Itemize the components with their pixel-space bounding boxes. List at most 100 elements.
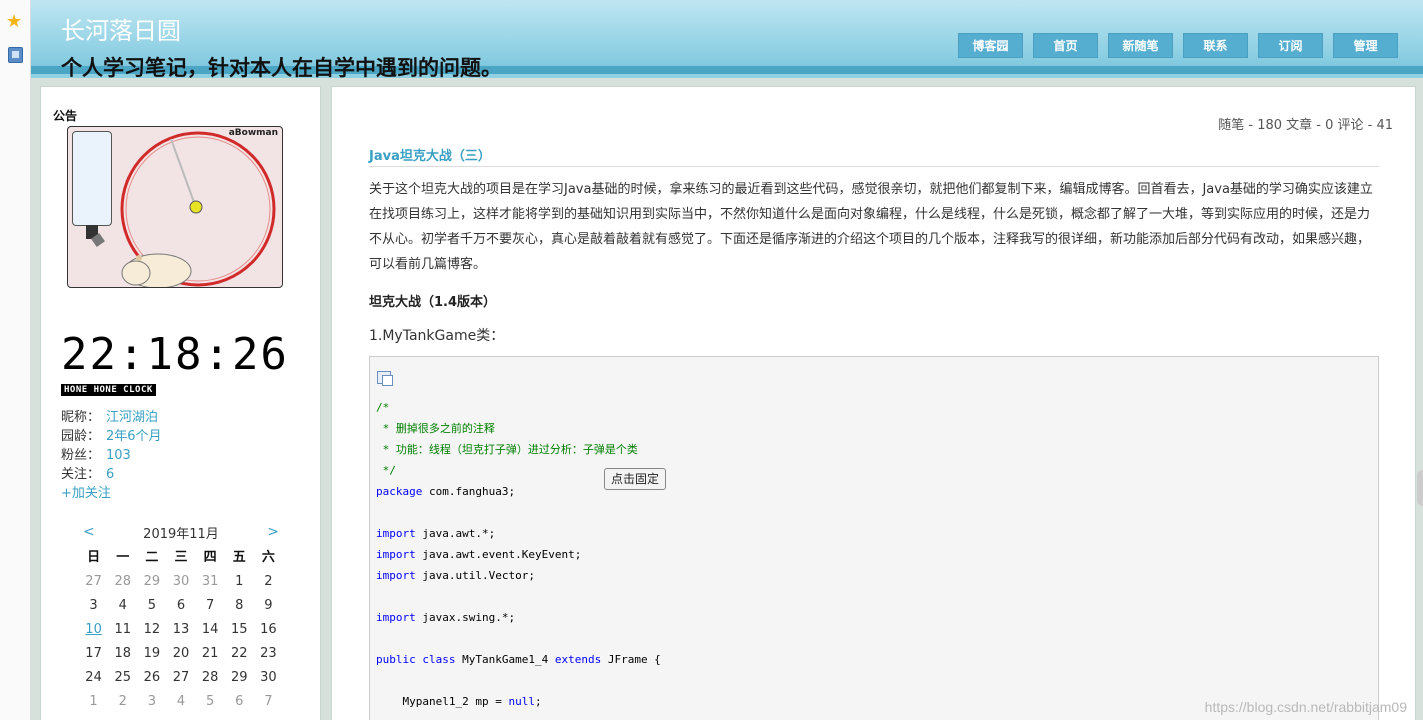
calendar-day[interactable]: 8 — [225, 594, 254, 618]
calendar-day[interactable]: 22 — [225, 642, 254, 666]
blog-header: 长河落日圆 个人学习笔记，针对本人在自学中遇到的问题。 博客园 首页 新随笔 联… — [31, 0, 1423, 80]
hamster-wheel-icon — [120, 131, 276, 287]
calendar-day[interactable]: 7 — [254, 690, 283, 714]
calendar-day[interactable]: 2 — [108, 690, 137, 714]
code-comment: */ — [376, 464, 396, 477]
nav-home[interactable]: 首页 — [1033, 33, 1098, 58]
calendar-day[interactable]: 10 — [79, 618, 108, 642]
nickname-link[interactable]: 江河湖泊 — [106, 408, 158, 427]
calendar-day[interactable]: 31 — [196, 570, 225, 594]
calendar-day[interactable]: 16 — [254, 618, 283, 642]
fans-link[interactable]: 103 — [106, 446, 131, 465]
class-label: 1.MyTankGame类： — [369, 328, 505, 344]
calendar-day[interactable]: 6 — [166, 594, 195, 618]
calendar-day[interactable]: 3 — [79, 594, 108, 618]
calendar-day[interactable]: 4 — [108, 594, 137, 618]
calendar-day[interactable]: 12 — [137, 618, 166, 642]
calendar-day[interactable]: 29 — [225, 666, 254, 690]
code-keyword: import — [376, 569, 416, 582]
pin-button[interactable]: 点击固定 — [604, 468, 666, 490]
calendar-day[interactable]: 4 — [166, 690, 195, 714]
calendar-day[interactable]: 28 — [108, 570, 137, 594]
code-text: Mypanel1_2 mp = — [376, 695, 509, 708]
calendar-day[interactable]: 30 — [166, 570, 195, 594]
calendar-day[interactable]: 19 — [137, 642, 166, 666]
hamster-wheel-widget[interactable]: aBowman — [67, 126, 283, 288]
copy-code-icon[interactable] — [377, 371, 393, 386]
code-text: java.awt.event.KeyEvent; — [415, 548, 582, 561]
calendar-day[interactable]: 3 — [137, 690, 166, 714]
calendar-day[interactable]: 5 — [137, 594, 166, 618]
code-keyword: public — [376, 653, 416, 666]
calendar-weekday: 日 — [87, 550, 101, 565]
post-title[interactable]: Java坦克大战（三） — [369, 145, 491, 164]
title-divider — [369, 166, 1379, 167]
calendar-next-button[interactable]: > — [263, 524, 283, 540]
calendar-month: 2019年11月 — [143, 526, 219, 542]
calendar-day[interactable]: 25 — [108, 666, 137, 690]
calendar-day[interactable]: 2 — [254, 570, 283, 594]
calendar-day[interactable]: 30 — [254, 666, 283, 690]
age-value[interactable]: 2年6个月 — [106, 427, 162, 446]
code-block[interactable]: /* * 删掉很多之前的注释 * 功能：线程（坦克打子弹）进过分析：子弹是个类 … — [369, 356, 1379, 720]
calendar-day[interactable]: 28 — [196, 666, 225, 690]
watermark: https://blog.csdn.net/rabbitjam09 — [1204, 699, 1407, 715]
calendar-day[interactable]: 26 — [137, 666, 166, 690]
calendar-day[interactable]: 17 — [79, 642, 108, 666]
calendar-weekday: 五 — [232, 550, 246, 565]
calendar-weekday: 三 — [174, 550, 188, 565]
sidebar: 公告 aBowman 22:18:26 HONE HONE CLOCK 昵称： … — [40, 86, 321, 720]
code-comment: * 删掉很多之前的注释 — [376, 422, 495, 435]
calendar-day[interactable]: 15 — [225, 618, 254, 642]
nav-cnblogs[interactable]: 博客园 — [958, 33, 1023, 58]
age-label: 园龄： — [61, 429, 101, 444]
nav-new-post[interactable]: 新随笔 — [1108, 33, 1173, 58]
code-comment: * 功能：线程（坦克打子弹）进过分析：子弹是个类 — [376, 443, 638, 456]
calendar-day[interactable]: 7 — [196, 594, 225, 618]
calendar-day[interactable]: 11 — [108, 618, 137, 642]
reading-list-icon[interactable] — [8, 47, 23, 63]
code-keyword: import — [376, 527, 416, 540]
nav-contact[interactable]: 联系 — [1183, 33, 1248, 58]
calendar-day[interactable]: 23 — [254, 642, 283, 666]
calendar-day[interactable]: 14 — [196, 618, 225, 642]
calendar-weekday: 六 — [261, 550, 275, 565]
calendar-day[interactable]: 1 — [79, 690, 108, 714]
code-text: ; — [534, 695, 542, 708]
version-heading: 坦克大战（1.4版本） — [369, 295, 497, 310]
calendar-prev-button[interactable]: < — [79, 524, 99, 540]
code-keyword: null — [508, 695, 535, 708]
calendar-day[interactable]: 5 — [196, 690, 225, 714]
nav-subscribe[interactable]: 订阅 — [1258, 33, 1323, 58]
code-keyword: import — [376, 548, 416, 561]
post-body: 关于这个坦克大战的项目是在学习Java基础的时候，拿来练习的最近看到这些代码，感… — [369, 182, 1373, 272]
calendar-day[interactable]: 13 — [166, 618, 195, 642]
calendar-day[interactable]: 27 — [166, 666, 195, 690]
calendar-day[interactable]: 18 — [108, 642, 137, 666]
code-text: java.awt.*; — [415, 527, 496, 540]
code-keyword: import — [376, 611, 416, 624]
code-keyword: extends — [554, 653, 602, 666]
calendar-day[interactable]: 9 — [254, 594, 283, 618]
calendar-day[interactable]: 27 — [79, 570, 108, 594]
code-text: com.fanghua3; — [422, 485, 516, 498]
follow-link[interactable]: 6 — [106, 465, 114, 484]
code-content: /* * 删掉很多之前的注释 * 功能：线程（坦克打子弹）进过分析：子弹是个类 … — [376, 397, 661, 712]
code-keyword: class — [422, 653, 456, 666]
calendar-weekday: 四 — [203, 550, 217, 565]
calendar-day[interactable]: 6 — [225, 690, 254, 714]
site-subtitle: 个人学习笔记，针对本人在自学中遇到的问题。 — [61, 56, 502, 80]
calendar-day[interactable]: 20 — [166, 642, 195, 666]
calendar-day[interactable]: 21 — [196, 642, 225, 666]
add-follow-link[interactable]: +加关注 — [61, 484, 111, 503]
calendar-day[interactable]: 1 — [225, 570, 254, 594]
calendar-day[interactable]: 29 — [137, 570, 166, 594]
calendar: < 2019年11月 > 日一二三四五六 27 28 29 30 31 1 2 3 4 5 6 7 8 9 1… — [79, 522, 283, 714]
nav-manage[interactable]: 管理 — [1333, 33, 1398, 58]
browser-side-strip: ★ — [0, 0, 31, 720]
code-text: MyTankGame1_4 — [455, 653, 555, 666]
site-title[interactable]: 长河落日圆 — [61, 11, 181, 46]
calendar-day[interactable]: 24 — [79, 666, 108, 690]
favorite-star-icon[interactable]: ★ — [6, 13, 22, 31]
scroll-handle[interactable] — [1417, 470, 1423, 506]
